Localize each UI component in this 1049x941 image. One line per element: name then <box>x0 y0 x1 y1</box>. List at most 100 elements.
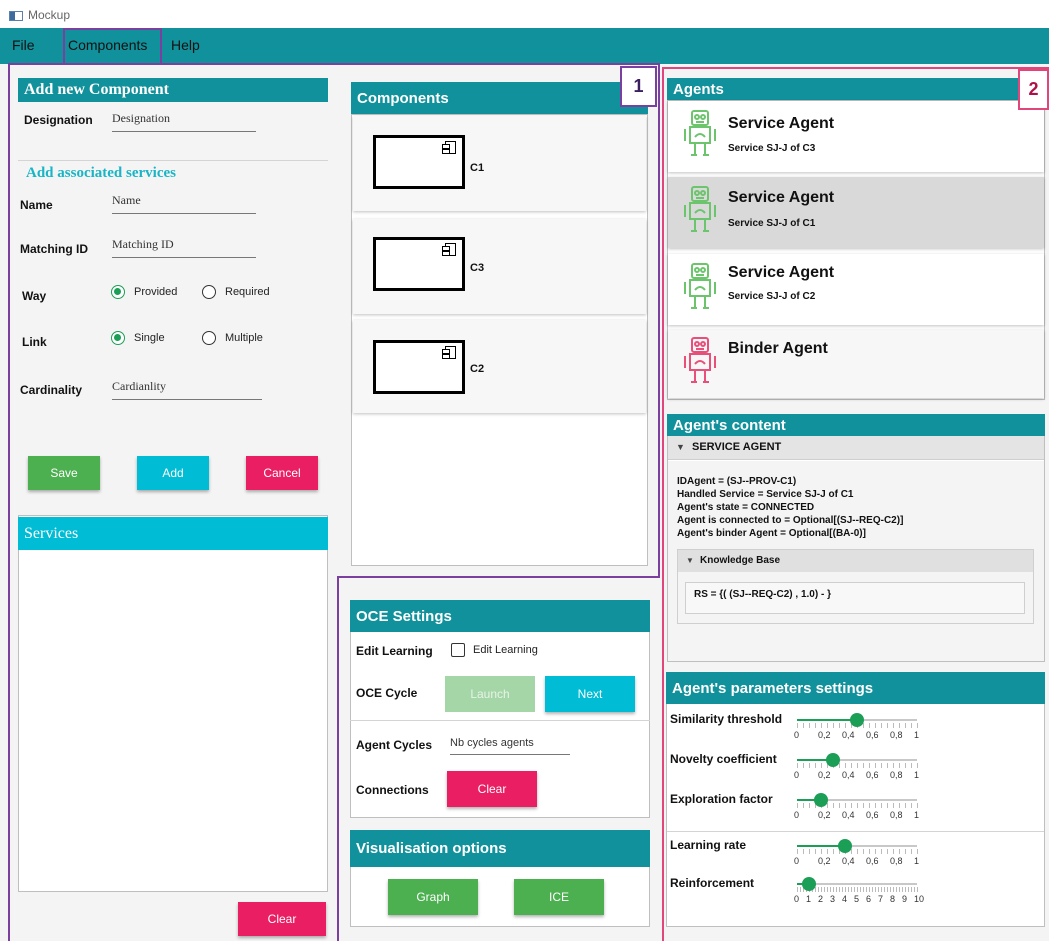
slider-tick-label: 0,6 <box>866 856 879 866</box>
slider-thumb[interactable] <box>838 839 852 853</box>
slider-tick <box>830 887 831 892</box>
slider-tick <box>917 849 918 854</box>
slider-tick-label: 0,8 <box>890 770 903 780</box>
slider-tick <box>914 887 915 892</box>
slider-tick <box>803 763 804 768</box>
slider-tick-label: 0,2 <box>818 856 831 866</box>
slider-tick-label: 0,8 <box>890 810 903 820</box>
slider-thumb[interactable] <box>850 713 864 727</box>
robot-icon <box>684 337 716 383</box>
slider-tick <box>845 887 846 892</box>
name-input[interactable]: Name <box>112 193 256 214</box>
edit-learning-checkbox[interactable] <box>451 643 465 657</box>
service-agent-section[interactable]: ▼ SERVICE AGENT <box>668 436 1044 460</box>
provided-label: Provided <box>134 286 178 298</box>
slider-tick <box>875 803 876 808</box>
connections-clear-button[interactable]: Clear <box>447 771 537 807</box>
save-button[interactable]: Save <box>28 456 100 490</box>
ice-button[interactable]: ICE <box>514 879 604 915</box>
next-button[interactable]: Next <box>545 676 635 712</box>
single-radio[interactable] <box>111 331 125 345</box>
knowledge-base-section: ▼ Knowledge Base RS = {( (SJ--REQ-C2) , … <box>677 549 1034 624</box>
launch-button[interactable]: Launch <box>445 676 535 712</box>
slider-thumb[interactable] <box>814 793 828 807</box>
slider-label: Similarity threshold <box>670 712 783 726</box>
region2-top <box>662 67 1049 69</box>
multiple-radio[interactable] <box>202 331 216 345</box>
agent-cycles-input[interactable]: Nb cycles agents <box>450 737 570 755</box>
knowledge-base-header[interactable]: ▼ Knowledge Base <box>678 550 1033 572</box>
menu-help[interactable]: Help <box>171 37 200 53</box>
slider-track[interactable] <box>833 759 917 761</box>
knowledge-base-title: Knowledge Base <box>700 555 781 566</box>
region1-left <box>8 63 10 941</box>
component-card[interactable]: C2 <box>353 320 646 413</box>
cancel-button[interactable]: Cancel <box>246 456 318 490</box>
slider-tick <box>839 803 840 808</box>
slider-tick <box>827 803 828 808</box>
component-icon <box>442 243 456 256</box>
slider-tick-label: 0,6 <box>866 730 879 740</box>
designation-input[interactable]: Designation <box>112 111 256 132</box>
slider-tick <box>848 887 849 892</box>
agent-card[interactable]: Binder Agent <box>668 330 1044 398</box>
slider-tick <box>869 723 870 728</box>
slider-tick <box>884 887 885 892</box>
services-section-title: Add associated services <box>26 165 176 181</box>
agent-title: Service Agent <box>728 115 835 132</box>
slider-tick-label: 4 <box>842 894 848 904</box>
slider-tick-label: 3 <box>830 894 836 904</box>
slider-thumb[interactable] <box>802 877 816 891</box>
required-radio[interactable] <box>202 285 216 299</box>
slider-tick <box>851 887 852 892</box>
visualisation-header: Visualisation options <box>350 830 650 867</box>
slider-track[interactable] <box>809 883 917 885</box>
slider-tick <box>851 849 852 854</box>
slider-tick <box>863 887 864 892</box>
add-button[interactable]: Add <box>137 456 209 490</box>
component-card[interactable]: C3 <box>353 219 646 314</box>
slider-track[interactable] <box>821 799 917 801</box>
slider-tick <box>875 849 876 854</box>
agent-card[interactable]: Service Agent Service SJ-J of C3 <box>668 101 1044 172</box>
slider-tick <box>839 887 840 892</box>
agent-subtitle: Service SJ-J of C1 <box>728 218 816 229</box>
slider-tick <box>881 803 882 808</box>
slider-track-filled <box>797 719 857 721</box>
slider-tick-label: 5 <box>854 894 860 904</box>
provided-radio[interactable] <box>111 285 125 299</box>
slider-tick-label: 10 <box>914 894 925 904</box>
slider-tick <box>899 803 900 808</box>
menu-file[interactable]: File <box>12 37 35 53</box>
slider-tick-label: 9 <box>902 894 908 904</box>
slider-tick <box>869 803 870 808</box>
graph-button[interactable]: Graph <box>388 879 478 915</box>
slider-tick <box>833 723 834 728</box>
slider-tick <box>911 849 912 854</box>
cardinality-label: Cardinality <box>20 383 83 397</box>
slider-tick <box>797 803 798 808</box>
slider-track[interactable] <box>857 719 917 721</box>
agents-header: Agents <box>667 78 1045 100</box>
slider-tick <box>875 763 876 768</box>
designation-label: Designation <box>24 113 93 127</box>
oce-cycle-label: OCE Cycle <box>356 686 418 700</box>
component-label: C1 <box>470 162 485 174</box>
slider-thumb[interactable] <box>826 753 840 767</box>
slider-tick <box>857 887 858 892</box>
services-clear-button[interactable]: Clear <box>238 902 326 936</box>
slider-tick <box>800 887 801 892</box>
agent-card[interactable]: Service Agent Service SJ-J of C2 <box>668 254 1044 325</box>
slider-tick <box>803 723 804 728</box>
slider-tick <box>827 723 828 728</box>
services-list[interactable] <box>18 515 328 892</box>
slider-tick <box>854 887 855 892</box>
slider-tick <box>809 803 810 808</box>
slider-tick <box>887 723 888 728</box>
component-card[interactable]: C1 <box>353 116 646 211</box>
slider-track[interactable] <box>845 845 917 847</box>
slider-tick <box>911 803 912 808</box>
cardinality-input[interactable]: Cardianlity <box>112 379 262 400</box>
matching-id-input[interactable]: Matching ID <box>112 237 256 258</box>
agent-card-selected[interactable]: Service Agent Service SJ-J of C1 <box>668 177 1044 248</box>
